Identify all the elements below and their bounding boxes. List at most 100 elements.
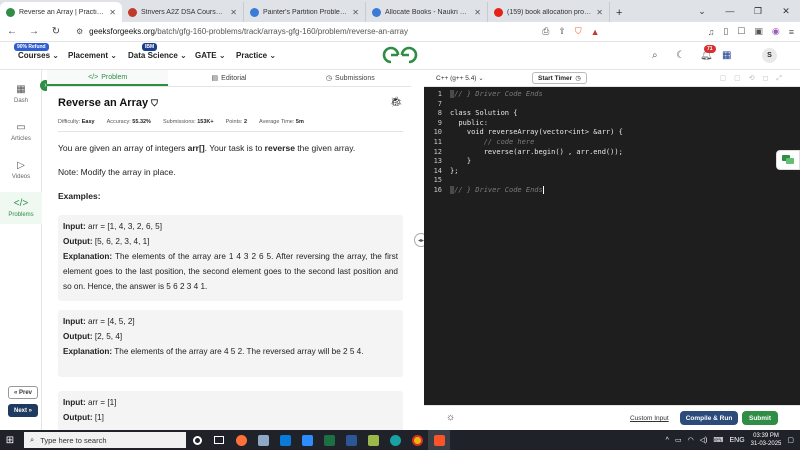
rail-problems[interactable]: </> Problems [0, 192, 42, 224]
media-icon[interactable]: ♫ [708, 27, 715, 37]
warning-icon[interactable]: ▲ [591, 27, 600, 37]
avatar[interactable]: S [762, 48, 777, 63]
notifications-icon[interactable]: ▢ [787, 436, 794, 444]
compile-run-button[interactable]: Compile & Run [680, 411, 738, 425]
browser-tab-2[interactable]: Strivers A2Z DSA Course/Sheet - Co✕ [122, 2, 244, 22]
bug-report-icon[interactable]: 🐞︎ [390, 97, 403, 108]
wifi-icon[interactable]: ◠ [688, 436, 694, 444]
close-tab-icon[interactable]: ✕ [596, 8, 603, 17]
reload-icon[interactable]: ↻ [50, 26, 62, 37]
dark-mode-icon[interactable]: ☾ [676, 50, 685, 61]
prev-button[interactable]: « Prev [8, 386, 38, 399]
cortana-icon[interactable] [186, 430, 208, 450]
code-line[interactable]: class Solution { [450, 109, 517, 117]
browser-tab-5[interactable]: (159) book allocation problem - Yo ✕ [488, 2, 610, 22]
task-view-icon[interactable] [208, 430, 230, 450]
mail-icon[interactable] [274, 430, 296, 450]
problem-title: Reverse an Array ⛉ [58, 97, 158, 109]
code-line[interactable]: // code here [450, 138, 535, 146]
tab-search-icon[interactable]: ⌄ [688, 6, 716, 17]
language-indicator[interactable]: ENG [730, 437, 745, 444]
clock[interactable]: 03:39 PM 31-03-2025 [751, 432, 782, 448]
excel-icon[interactable] [318, 430, 340, 450]
url-field[interactable]: ⚙ geeksforgeeks.org/batch/gfg-160-proble… [72, 24, 482, 40]
line-number: 14 [433, 166, 442, 175]
custom-input-link[interactable]: Custom Input [630, 415, 669, 422]
code-editor[interactable]: 1 ▬// } Driver Code Ends 7 8 class Solution … [424, 87, 800, 405]
back-icon[interactable]: ← [6, 26, 18, 37]
line-number: 15 [433, 176, 442, 185]
site-info-icon[interactable]: ⚙ [76, 27, 83, 36]
rail-videos[interactable]: ▷ Videos [0, 160, 42, 180]
search-icon[interactable]: ⌕ [652, 50, 658, 61]
network-icon[interactable]: ▭ [675, 436, 682, 444]
code-line[interactable]: ▬// } Driver Code Ends [450, 90, 543, 98]
windows-start-icon[interactable]: ⊞ [0, 435, 20, 446]
editor-toolbar: C++ (g++ 5.4) ⌄ Start Timer ◷ ▢▢⟲◻⤢ [424, 70, 800, 87]
close-tab-icon[interactable]: ✕ [474, 8, 481, 17]
code-line[interactable]: reverse(arr.begin() , arr.end()); [450, 148, 623, 156]
menu-data-science[interactable]: Data Science ⌄ [128, 51, 187, 60]
gfg-logo[interactable] [382, 45, 418, 65]
new-tab-button[interactable]: + [610, 7, 628, 22]
extension-icon[interactable]: ◉ [772, 26, 780, 37]
zoom-icon[interactable] [296, 430, 318, 450]
install-icon[interactable]: ⎙ [542, 26, 549, 37]
edge-icon[interactable] [384, 430, 406, 450]
browser-tab-3[interactable]: Painter's Partition Problem - Naukri ✕ [244, 2, 366, 22]
share-icon[interactable]: ⇪ [558, 26, 566, 37]
code-line[interactable]: ▬// } Driver Code Ends [450, 186, 544, 194]
start-timer-button[interactable]: Start Timer ◷ [532, 72, 587, 84]
code-line[interactable]: public: [450, 119, 488, 127]
code-line[interactable]: } [450, 157, 471, 165]
chat-widget-icon[interactable] [776, 150, 800, 170]
editor-action-icons[interactable]: ▢▢⟲◻⤢ [719, 74, 790, 83]
code-line[interactable]: void reverseArray(vector<int> &arr) { [450, 128, 623, 136]
browser-tab-1[interactable]: Reverse an Array | Practice | Ge ✕ [0, 2, 122, 22]
firefox-icon[interactable] [230, 430, 252, 450]
gfg-extension-icon[interactable]: ▦ [722, 50, 731, 61]
tab-submissions[interactable]: ◷ Submissions [290, 70, 411, 86]
camera-icon[interactable] [252, 430, 274, 450]
next-button[interactable]: Next » [8, 404, 38, 417]
language-select[interactable]: C++ (g++ 5.4) ⌄ [436, 74, 484, 82]
sidebar-icon[interactable]: ▯ [723, 26, 728, 37]
rail-dash[interactable]: ▦ Dash [0, 84, 42, 104]
gfg-logo-icon [382, 46, 418, 64]
tab-problem[interactable]: </> Problem [47, 70, 169, 86]
close-tab-icon[interactable]: ✕ [230, 8, 237, 17]
forward-icon[interactable]: → [28, 26, 40, 37]
close-window-icon[interactable]: ✕ [772, 6, 800, 17]
maximize-icon[interactable]: ❐ [744, 6, 772, 17]
wallet-icon[interactable]: ▣ [754, 26, 763, 37]
keyboard-icon[interactable]: ⌨ [713, 436, 723, 444]
chrome-icon[interactable] [406, 430, 428, 450]
time-value: 5m [295, 119, 304, 125]
problem-note: Note: Modify the array in place. [58, 167, 176, 177]
menu-placement[interactable]: Placement ⌄ [68, 51, 117, 60]
submit-button[interactable]: Submit [742, 411, 778, 425]
word-icon[interactable] [340, 430, 362, 450]
minimize-icon[interactable]: — [716, 6, 744, 16]
bookmark-icon[interactable]: ☐ [737, 26, 745, 37]
menu-gate[interactable]: GATE ⌄ [195, 51, 226, 60]
close-tab-icon[interactable]: ✕ [352, 8, 359, 17]
menu-icon[interactable]: ≡ [789, 27, 794, 37]
tab-editorial[interactable]: ▤ Editorial [168, 70, 289, 86]
close-tab-icon[interactable]: ✕ [109, 8, 116, 17]
brave-icon[interactable] [428, 430, 450, 450]
browser-tab-4[interactable]: Allocate Books - Naukri Code 360 ✕ [366, 2, 488, 22]
menu-practice[interactable]: Practice ⌄ [236, 51, 276, 60]
theme-icon[interactable]: ☼ [446, 412, 455, 423]
editorial-icon: ▤ [211, 75, 219, 82]
volume-icon[interactable]: ◁) [700, 436, 708, 444]
brave-shield-icon[interactable]: ⛉ [575, 26, 582, 37]
taskbar-search-input[interactable]: ⌕ Type here to search [24, 432, 186, 448]
code-line[interactable]: }; [450, 167, 458, 175]
rail-articles[interactable]: ▭ Articles [0, 122, 42, 142]
system-tray: ^ ▭ ◠ ◁) ⌨ ENG 03:39 PM 31-03-2025 ▢ [666, 432, 800, 448]
bookmark-icon[interactable]: ⛉ [151, 98, 158, 108]
tray-chevron-icon[interactable]: ^ [666, 437, 669, 444]
photos-icon[interactable] [362, 430, 384, 450]
menu-courses[interactable]: Courses ⌄ [18, 51, 59, 60]
